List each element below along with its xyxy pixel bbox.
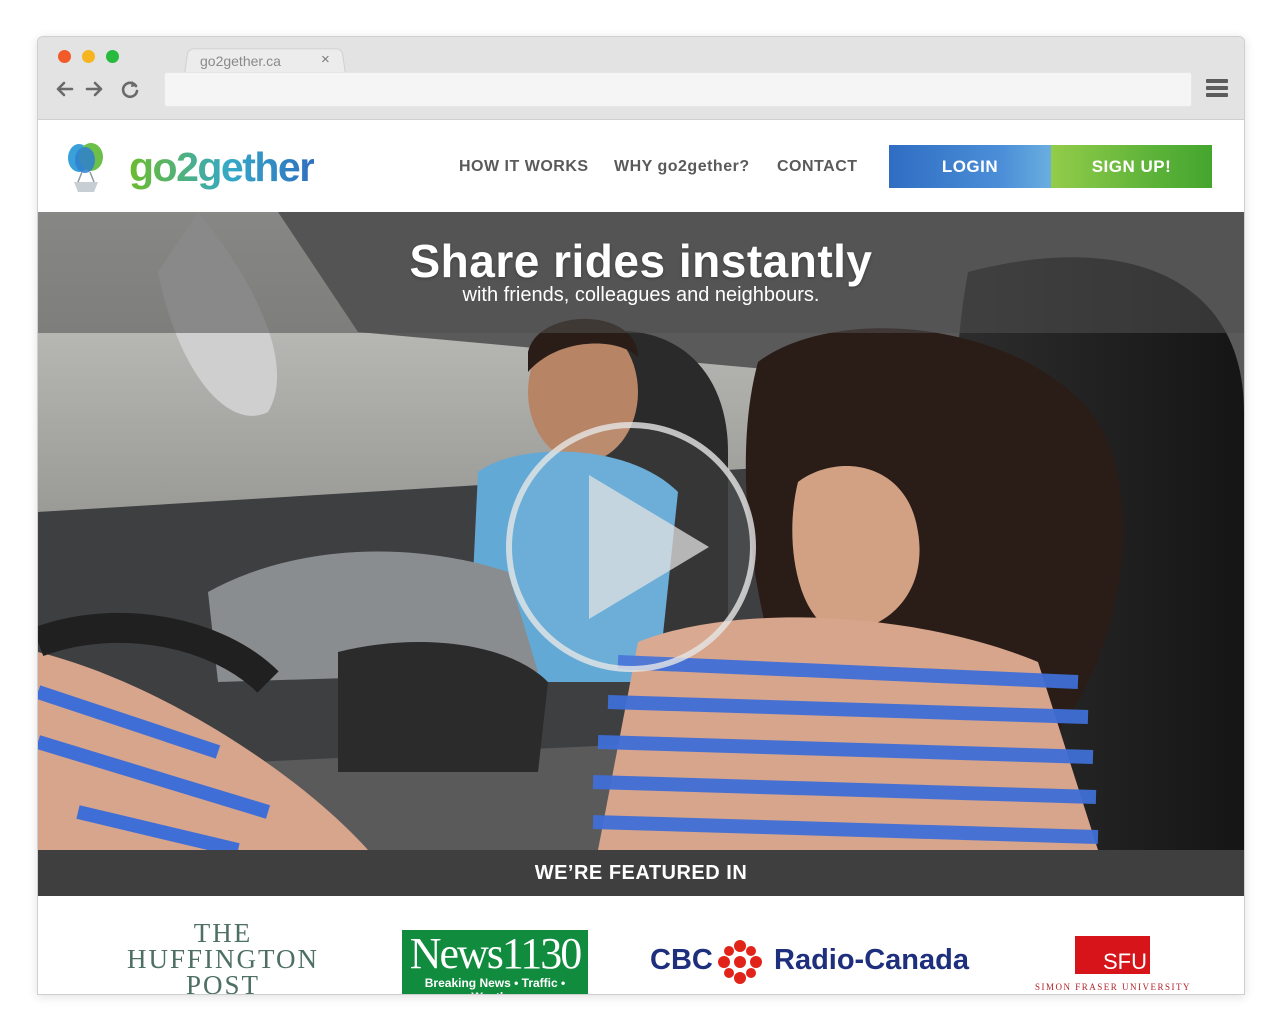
nav-contact[interactable]: CONTACT (777, 158, 858, 176)
huffington-line-1: THE (193, 918, 253, 948)
huffington-post-logo[interactable]: THE HUFFINGTON POST (122, 918, 324, 995)
login-button[interactable]: LOGIN (889, 145, 1051, 188)
hero-subtitle: with friends, colleagues and neighbours. (462, 284, 820, 306)
news1130-tagline: Breaking News • Traffic • Weather (424, 976, 566, 994)
menu-icon[interactable] (1206, 79, 1228, 99)
site-header: go2gether HOW IT WORKS WHY go2gether? CO… (38, 120, 1244, 212)
news1130-logo[interactable]: News1130 Breaking News • Traffic • Weath… (402, 930, 588, 994)
minimize-window-button[interactable] (82, 50, 95, 63)
reload-icon[interactable] (119, 78, 141, 100)
signup-button[interactable]: SIGN UP! (1051, 145, 1212, 188)
hero-video[interactable]: Share rides instantly with friends, coll… (38, 212, 1244, 850)
tab-title[interactable]: go2gether.ca (200, 53, 281, 69)
maximize-window-button[interactable] (106, 50, 119, 63)
huffington-line-2: HUFFINGTON (126, 944, 320, 974)
close-window-button[interactable] (58, 50, 71, 63)
radio-canada-label[interactable]: Radio-Canada (774, 944, 969, 977)
forward-icon[interactable] (84, 78, 106, 100)
play-icon[interactable] (504, 420, 758, 674)
featured-heading: WE’RE FEATURED IN (38, 850, 1244, 896)
balloon-logo-icon[interactable] (66, 142, 108, 194)
address-bar[interactable] (164, 72, 1192, 107)
news1130-name: News1130 (409, 930, 583, 978)
cbc-label[interactable]: CBC (650, 944, 713, 977)
cbc-gem-icon[interactable] (718, 940, 762, 984)
nav-how-it-works[interactable]: HOW IT WORKS (459, 158, 589, 176)
browser-window: go2gether.ca × go2gether HOW IT WORKS WH… (37, 36, 1245, 995)
browser-chrome: go2gether.ca × (38, 37, 1244, 120)
sfu-logo[interactable]: SFU (1075, 936, 1150, 974)
nav-why-go2gether[interactable]: WHY go2gether? (614, 158, 750, 176)
huffington-line-3: POST (185, 970, 261, 995)
back-icon[interactable] (53, 78, 75, 100)
go2gether-logo[interactable]: go2gether (129, 144, 315, 191)
tab-close-icon[interactable]: × (321, 51, 330, 68)
sfu-name: SIMON FRASER UNIVERSITY (1034, 982, 1191, 992)
featured-logos: THE HUFFINGTON POST News1130 Breaking Ne… (38, 896, 1244, 994)
hero-title: Share rides instantly (409, 235, 873, 287)
